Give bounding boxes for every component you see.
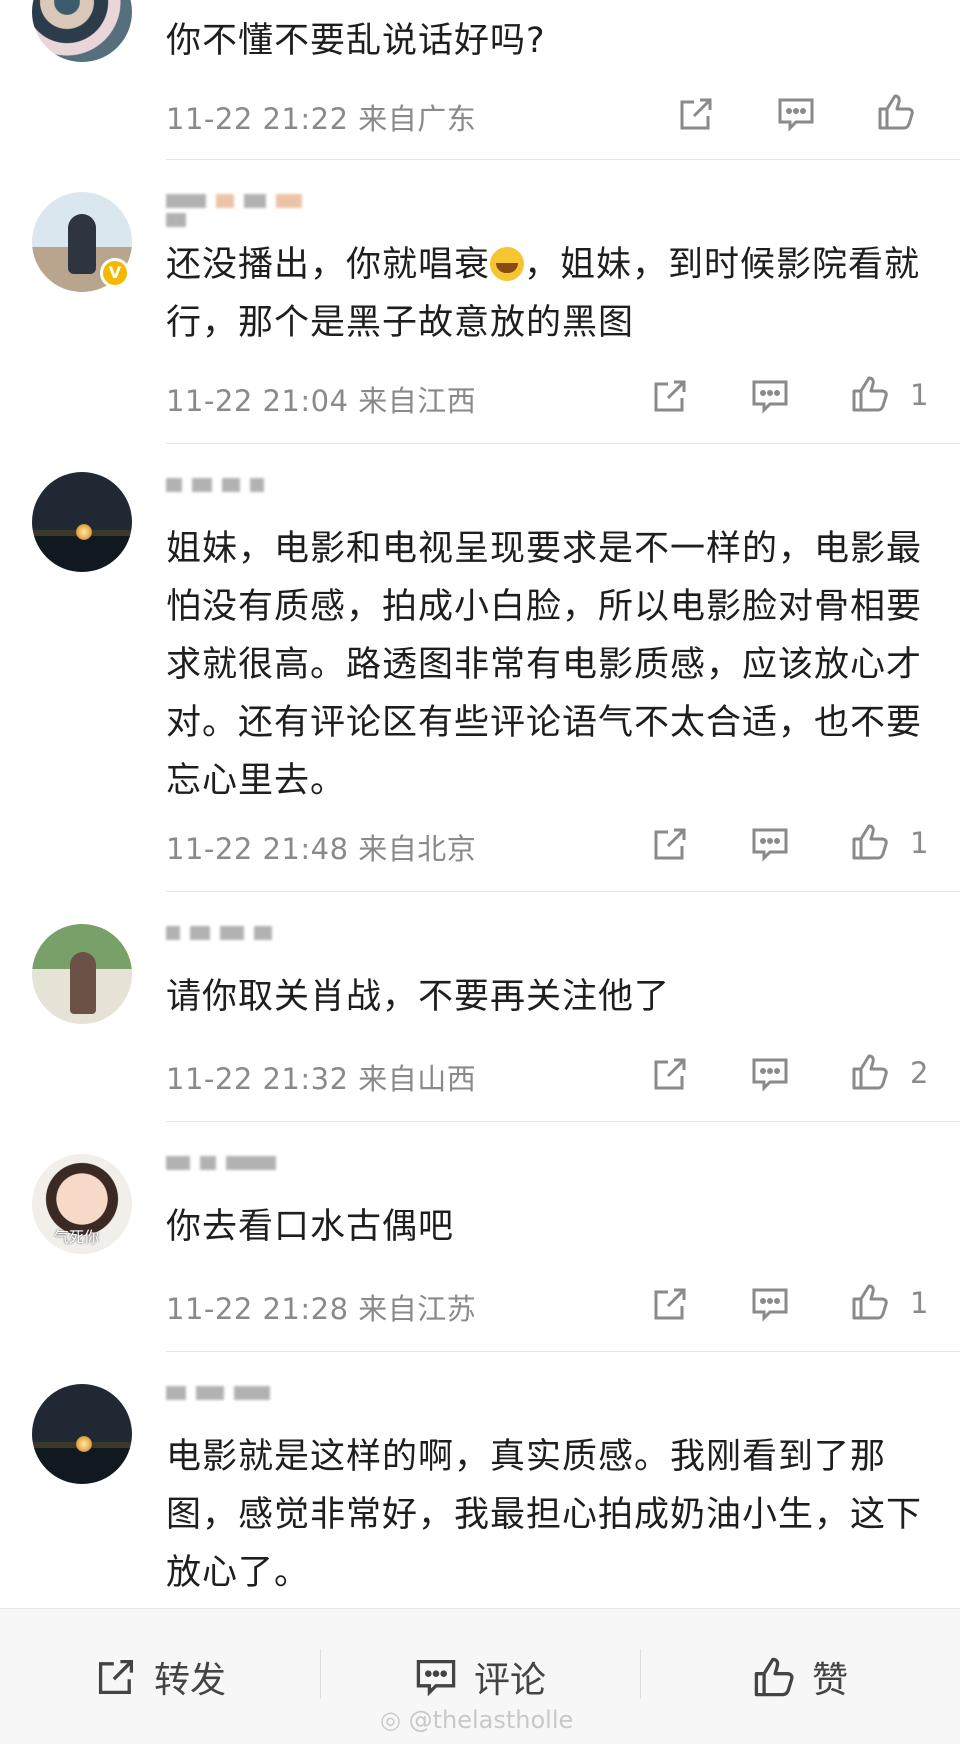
like-button[interactable]: 赞 xyxy=(640,1609,960,1744)
avatar[interactable] xyxy=(32,0,132,62)
share-icon[interactable] xyxy=(676,94,716,134)
like-label: 赞 xyxy=(811,1659,848,1701)
like-count: 1 xyxy=(910,1286,929,1320)
weibo-logo-icon: ◎ xyxy=(380,1706,401,1734)
avatar-caption: 气死你 xyxy=(54,1228,100,1246)
avatar[interactable] xyxy=(32,1384,132,1484)
comment-location: 来自北京 xyxy=(358,832,477,866)
comment-text: 你不懂不要乱说话好吗? xyxy=(166,21,546,61)
thumbs-up-icon[interactable] xyxy=(850,1282,890,1322)
thumbs-up-icon[interactable] xyxy=(876,92,916,132)
divider xyxy=(166,891,960,892)
comment-icon[interactable] xyxy=(750,824,790,864)
comment-location: 来自江苏 xyxy=(358,1292,477,1326)
comment-text: 电影就是这样的啊，真实质感。我刚看到了那图，感觉非常好，我最担心拍成奶油小生，这… xyxy=(166,1437,923,1593)
comment-icon[interactable] xyxy=(750,376,790,416)
thumbs-up-icon[interactable] xyxy=(850,822,890,862)
username-blurred xyxy=(166,474,326,510)
comment-meta: 11-22 21:32 来自山西 xyxy=(166,1056,476,1098)
repost-label: 转发 xyxy=(153,1659,226,1701)
comment-icon xyxy=(416,1659,456,1696)
username-blurred xyxy=(166,1382,326,1418)
divider xyxy=(166,159,960,160)
like-count: 1 xyxy=(910,826,929,860)
thumbs-up-icon[interactable] xyxy=(850,374,890,414)
share-icon[interactable] xyxy=(650,1284,690,1324)
watermark: ◎ @thelastholle xyxy=(380,1706,573,1734)
comment-location: 来自江西 xyxy=(358,384,477,418)
comment-time: 11-22 21:22 xyxy=(166,102,349,136)
avatar[interactable]: 气死你 xyxy=(32,1154,132,1254)
avatar[interactable] xyxy=(32,472,132,572)
thumbs-up-icon xyxy=(754,1657,794,1696)
like-count: 2 xyxy=(910,1056,929,1090)
comment-text: 你去看口水古偶吧 xyxy=(166,1207,455,1247)
comment-time: 11-22 21:04 xyxy=(166,384,349,418)
comment-location: 来自山西 xyxy=(358,1062,477,1096)
verified-badge: V xyxy=(100,258,130,288)
comment-label: 评论 xyxy=(473,1659,546,1701)
like-count: 1 xyxy=(910,378,929,412)
watermark-text: @thelastholle xyxy=(408,1706,574,1734)
share-icon[interactable] xyxy=(650,824,690,864)
share-icon[interactable] xyxy=(650,376,690,416)
laughing-crying-emoji-icon xyxy=(490,247,525,281)
comment-meta: 11-22 21:04 来自江西 xyxy=(166,378,476,420)
username-blurred xyxy=(166,190,326,227)
comment-time: 11-22 21:28 xyxy=(166,1292,349,1326)
comment-text: 请你取关肖战，不要再关注他了 xyxy=(166,977,671,1017)
thumbs-up-icon[interactable] xyxy=(850,1052,890,1092)
share-icon[interactable] xyxy=(650,1054,690,1094)
comment-icon[interactable] xyxy=(750,1054,790,1094)
divider xyxy=(166,1121,960,1122)
comment-meta: 11-22 21:48 来自北京 xyxy=(166,826,476,868)
avatar[interactable] xyxy=(32,924,132,1024)
comment-icon[interactable] xyxy=(750,1284,790,1324)
comment-meta: 11-22 21:28 来自江苏 xyxy=(166,1286,476,1328)
comment-text: 还没播出，你就唱衰 ，姐妹，到时候影院看就行，那个是黑子故意放的黑图 xyxy=(166,245,921,343)
comment-text: 姐妹，电影和电视呈现要求是不一样的，电影最怕没有质感，拍成小白脸，所以电影脸对骨… xyxy=(166,529,923,801)
comment-time: 11-22 21:32 xyxy=(166,1062,349,1096)
repost-button[interactable]: 转发 xyxy=(0,1609,320,1744)
comment-meta: 11-22 21:22 来自广东 xyxy=(166,96,476,138)
username-blurred xyxy=(166,922,326,958)
comment-location: 来自广东 xyxy=(358,102,477,136)
divider xyxy=(166,1351,960,1352)
divider xyxy=(166,443,960,444)
comment-icon[interactable] xyxy=(776,94,816,134)
comment-time: 11-22 21:48 xyxy=(166,832,349,866)
username-blurred xyxy=(166,1152,326,1188)
share-icon xyxy=(98,1659,134,1694)
